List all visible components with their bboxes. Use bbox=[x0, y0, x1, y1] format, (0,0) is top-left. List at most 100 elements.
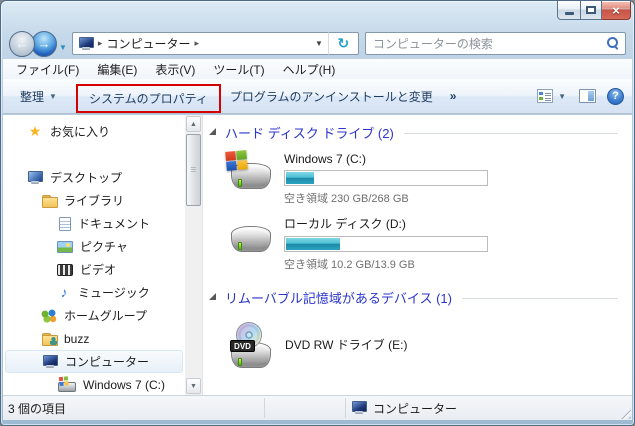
forward-arrow-icon: → bbox=[37, 36, 51, 51]
chevron-down-icon: ▼ bbox=[558, 91, 566, 101]
sidebar-item-label: コンピューター bbox=[65, 355, 150, 369]
menu-bar: ファイル(F) 編集(E) 表示(V) ツール(T) ヘルプ(H) bbox=[3, 59, 632, 79]
resize-grip[interactable] bbox=[617, 405, 631, 419]
search-icon bbox=[607, 37, 619, 49]
maximize-button[interactable] bbox=[581, 1, 602, 20]
scrollbar-track[interactable] bbox=[186, 132, 201, 378]
explorer-window: × ← → ▼ ▸ コンピューター ▸ ▼ ↻ ファイル(F) 編集(E) 表示… bbox=[0, 0, 635, 426]
items-count-text: 3 個の項目 bbox=[8, 401, 67, 416]
drive-name: Windows 7 (C:) bbox=[284, 152, 367, 166]
group-rule bbox=[403, 132, 618, 134]
navigation-pane: お気に入り デスクトップ ライブラリ ドキュメント ピクチャ ビデオ bbox=[3, 115, 185, 395]
organize-button[interactable]: 整理 ▼ bbox=[11, 83, 66, 110]
computer-icon bbox=[42, 354, 58, 369]
pictures-icon bbox=[57, 240, 73, 253]
sidebar-item-label: デスクトップ bbox=[50, 171, 123, 185]
content-area: お気に入り デスクトップ ライブラリ ドキュメント ピクチャ ビデオ bbox=[3, 115, 632, 395]
sidebar-item-user-buzz[interactable]: buzz bbox=[3, 327, 185, 350]
sidebar-item-computer[interactable]: コンピューター bbox=[5, 350, 183, 373]
chevron-down-icon: ▼ bbox=[49, 91, 57, 101]
maximize-icon bbox=[586, 6, 596, 14]
address-row: ← → ▼ ▸ コンピューター ▸ ▼ ↻ bbox=[9, 30, 626, 57]
user-badge-icon bbox=[50, 337, 57, 345]
address-dropdown-icon[interactable]: ▼ bbox=[315, 39, 323, 48]
close-button[interactable]: × bbox=[602, 1, 631, 20]
capacity-bar bbox=[284, 236, 488, 252]
sidebar-item-videos[interactable]: ビデオ bbox=[3, 258, 185, 281]
sidebar-item-label: ビデオ bbox=[80, 263, 117, 277]
capacity-bar bbox=[284, 170, 488, 186]
drive-led bbox=[238, 242, 242, 250]
drive-name: ローカル ディスク (D:) bbox=[284, 217, 406, 231]
uninstall-program-button[interactable]: プログラムのアンインストールと変更 bbox=[221, 83, 442, 110]
sidebar-item-label: ピクチャ bbox=[80, 240, 128, 254]
windows-logo-icon bbox=[225, 150, 248, 171]
collapse-triangle-icon bbox=[209, 127, 216, 135]
computer-icon bbox=[351, 401, 367, 415]
drive-item-windows7-c[interactable]: Windows 7 (C:) 空き領域 230 GB/268 GB bbox=[225, 150, 620, 206]
scroll-up-button[interactable]: ▲ bbox=[186, 116, 201, 132]
sidebar-item-desktop[interactable]: デスクトップ bbox=[3, 166, 185, 189]
drive-item-dvd-e[interactable]: DVD DVD RW ドライブ (E:) bbox=[229, 322, 620, 370]
drive-item-local-d[interactable]: ローカル ディスク (D:) 空き領域 10.2 GB/13.9 GB bbox=[229, 214, 620, 272]
toolbar-overflow-button[interactable]: » bbox=[450, 89, 457, 103]
breadcrumb-arrow-icon[interactable]: ▸ bbox=[194, 38, 199, 49]
sidebar-item-documents[interactable]: ドキュメント bbox=[3, 212, 185, 235]
group-header-hard-disks[interactable]: ハード ディスク ドライブ (2) bbox=[207, 121, 620, 143]
sidebar-item-libraries[interactable]: ライブラリ bbox=[3, 189, 185, 212]
sidebar-item-homegroup[interactable]: ホームグループ bbox=[3, 304, 185, 327]
library-icon bbox=[41, 194, 58, 208]
help-button[interactable]: ? bbox=[607, 87, 624, 105]
address-bar[interactable]: ▸ コンピューター ▸ ▼ bbox=[71, 32, 328, 55]
menu-view[interactable]: 表示(V) bbox=[146, 59, 204, 80]
toolbar-right-group: ▼ ? bbox=[535, 85, 624, 107]
status-bar: 3 個の項目 コンピューター bbox=[3, 395, 632, 420]
menu-help[interactable]: ヘルプ(H) bbox=[274, 59, 345, 80]
user-folder-icon bbox=[41, 332, 58, 346]
sidebar-item-favorites[interactable]: お気に入り bbox=[3, 120, 185, 143]
drive-led bbox=[238, 179, 242, 187]
address-bar-group: ▸ コンピューター ▸ ▼ ↻ bbox=[71, 32, 359, 55]
files-pane: ハード ディスク ドライブ (2) Windows 7 (C:) 空き領域 23… bbox=[203, 115, 632, 395]
hard-drive-icon bbox=[229, 214, 275, 258]
free-space-text: 空き領域 230 GB/268 GB bbox=[284, 193, 409, 205]
status-empty-segment bbox=[265, 396, 345, 420]
command-toolbar: 整理 ▼ システムのプロパティ プログラムのアンインストールと変更 » ▼ ? bbox=[3, 79, 632, 114]
computer-icon bbox=[78, 36, 94, 51]
status-items-count: 3 個の項目 bbox=[3, 396, 264, 420]
preview-pane-button[interactable] bbox=[577, 85, 598, 107]
document-icon bbox=[59, 216, 71, 231]
star-icon bbox=[27, 124, 43, 139]
sidebar-item-music[interactable]: ミュージック bbox=[3, 281, 185, 304]
sidebar-item-label: ドキュメント bbox=[78, 217, 151, 231]
sidebar-item-pictures[interactable]: ピクチャ bbox=[3, 235, 185, 258]
change-view-button[interactable]: ▼ bbox=[535, 85, 568, 107]
free-space-text: 空き領域 10.2 GB/13.9 GB bbox=[284, 259, 415, 271]
homegroup-icon bbox=[41, 308, 57, 323]
scroll-up-icon: ▲ bbox=[190, 120, 197, 128]
minimize-button[interactable] bbox=[557, 1, 581, 20]
scroll-down-button[interactable]: ▼ bbox=[186, 378, 201, 394]
scrollbar-thumb[interactable] bbox=[186, 134, 201, 206]
back-button[interactable]: ← bbox=[9, 30, 35, 57]
search-box bbox=[364, 32, 626, 55]
refresh-icon: ↻ bbox=[337, 35, 350, 51]
group-title: ハード ディスク ドライブ (2) bbox=[225, 125, 394, 141]
drive-info: Windows 7 (C:) 空き領域 230 GB/268 GB bbox=[284, 151, 488, 206]
annotation-highlight-box: システムのプロパティ bbox=[75, 84, 221, 113]
views-icon bbox=[537, 89, 554, 103]
breadcrumb-arrow-icon[interactable]: ▸ bbox=[98, 38, 103, 49]
breadcrumb-computer[interactable]: コンピューター bbox=[106, 35, 190, 52]
recent-pages-dropdown[interactable]: ▼ bbox=[59, 43, 67, 52]
refresh-button[interactable]: ↻ bbox=[327, 32, 359, 55]
menu-edit[interactable]: 編集(E) bbox=[88, 59, 146, 80]
system-properties-button[interactable]: システムのプロパティ bbox=[80, 85, 217, 112]
menu-file[interactable]: ファイル(F) bbox=[7, 59, 88, 80]
menu-tools[interactable]: ツール(T) bbox=[204, 59, 273, 80]
sidebar-scrollbar: ▲ ▼ bbox=[185, 115, 202, 395]
videos-icon bbox=[57, 263, 73, 276]
sidebar-item-windows7-c[interactable]: Windows 7 (C:) bbox=[3, 373, 185, 396]
search-input[interactable] bbox=[364, 32, 626, 55]
group-header-removable[interactable]: リムーバブル記憶域があるデバイス (1) bbox=[207, 286, 620, 308]
